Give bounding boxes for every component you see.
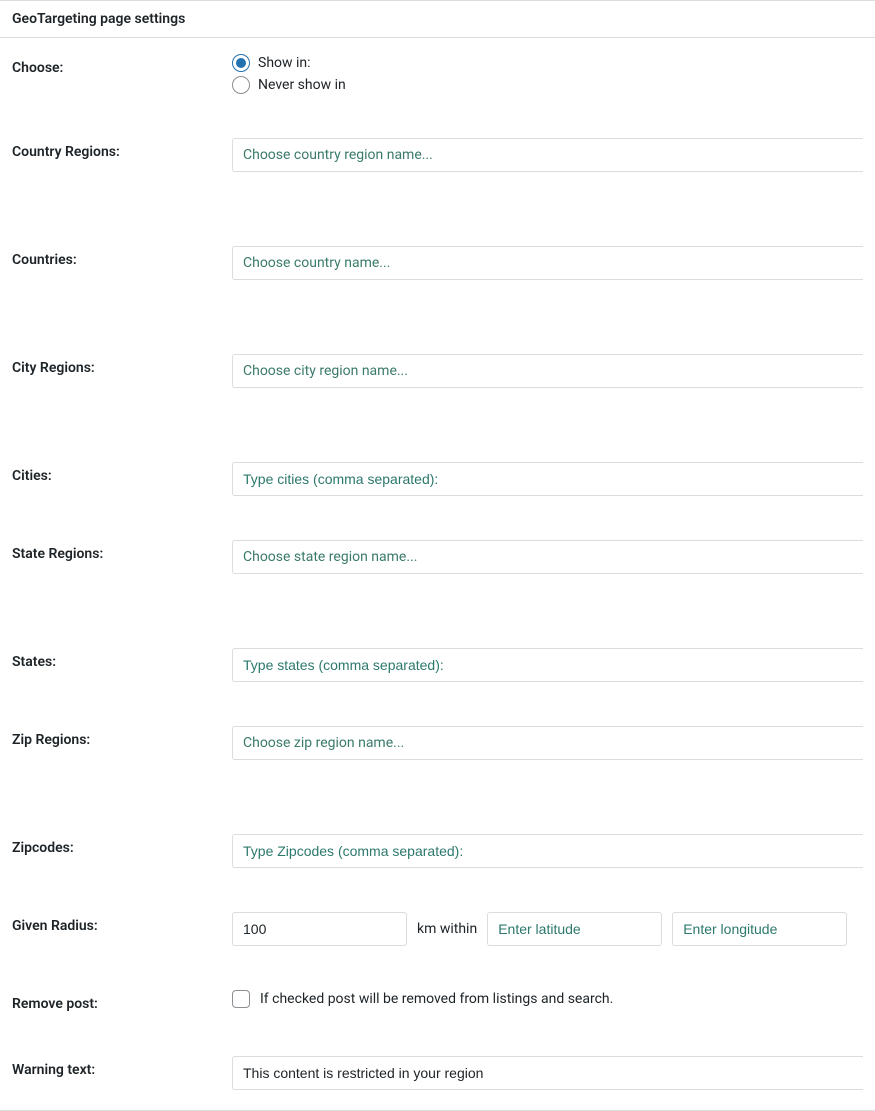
radio-icon [232, 54, 250, 72]
row-zipcodes: Zipcodes: [0, 818, 875, 868]
given-radius-label: Given Radius: [12, 912, 232, 934]
longitude-input[interactable] [672, 912, 847, 946]
panel-title: GeoTargeting page settings [0, 1, 875, 38]
cities-label: Cities: [12, 462, 232, 484]
cities-input[interactable] [232, 462, 863, 496]
states-input[interactable] [232, 648, 863, 682]
radius-controls: km within [232, 912, 863, 946]
row-zip-regions: Zip Regions: Choose zip region name... [0, 710, 875, 760]
country-regions-placeholder: Choose country region name... [243, 147, 433, 163]
row-state-regions: State Regions: Choose state region name.… [0, 524, 875, 574]
zipcodes-label: Zipcodes: [12, 834, 232, 856]
countries-placeholder: Choose country name... [243, 255, 390, 271]
remove-post-checkbox[interactable] [232, 990, 250, 1008]
country-regions-label: Country Regions: [12, 138, 232, 160]
city-regions-label: City Regions: [12, 354, 232, 376]
zip-regions-label: Zip Regions: [12, 726, 232, 748]
remove-post-label: Remove post: [12, 990, 232, 1012]
row-city-regions: City Regions: Choose city region name... [0, 338, 875, 388]
warning-text-label: Warning text: [12, 1056, 232, 1078]
countries-select[interactable]: Choose country name... [232, 246, 863, 280]
state-regions-placeholder: Choose state region name... [243, 549, 417, 565]
warning-text-input[interactable] [232, 1056, 863, 1090]
radio-never-show-in[interactable]: Never show in [232, 76, 863, 94]
remove-post-control: If checked post will be removed from lis… [232, 990, 863, 1008]
geotargeting-settings-panel: GeoTargeting page settings Choose: Show … [0, 0, 875, 1111]
choose-radio-group: Show in: Never show in [232, 54, 863, 94]
radio-icon [232, 76, 250, 94]
radius-unit-text: km within [417, 921, 477, 937]
zipcodes-input[interactable] [232, 834, 863, 868]
zip-regions-placeholder: Choose zip region name... [243, 735, 404, 751]
country-regions-select[interactable]: Choose country region name... [232, 138, 863, 172]
choose-label: Choose: [12, 54, 232, 76]
states-label: States: [12, 648, 232, 670]
radio-never-show-in-label: Never show in [258, 77, 346, 93]
radio-show-in-label: Show in: [258, 55, 311, 71]
city-regions-select[interactable]: Choose city region name... [232, 354, 863, 388]
row-states: States: [0, 632, 875, 682]
row-choose: Choose: Show in: Never show in [0, 38, 875, 94]
radius-value-input[interactable] [232, 912, 407, 946]
remove-post-description: If checked post will be removed from lis… [260, 991, 613, 1007]
state-regions-label: State Regions: [12, 540, 232, 562]
row-given-radius: Given Radius: km within [0, 896, 875, 946]
row-warning-text: Warning text: [0, 1040, 875, 1090]
radio-show-in[interactable]: Show in: [232, 54, 863, 72]
countries-label: Countries: [12, 246, 232, 268]
city-regions-placeholder: Choose city region name... [243, 363, 408, 379]
latitude-input[interactable] [487, 912, 662, 946]
row-country-regions: Country Regions: Choose country region n… [0, 122, 875, 172]
row-countries: Countries: Choose country name... [0, 230, 875, 280]
state-regions-select[interactable]: Choose state region name... [232, 540, 863, 574]
panel-body: Choose: Show in: Never show in Country R… [0, 38, 875, 1110]
zip-regions-select[interactable]: Choose zip region name... [232, 726, 863, 760]
choose-control: Show in: Never show in [232, 54, 863, 94]
row-cities: Cities: [0, 446, 875, 496]
row-remove-post: Remove post: If checked post will be rem… [0, 974, 875, 1012]
